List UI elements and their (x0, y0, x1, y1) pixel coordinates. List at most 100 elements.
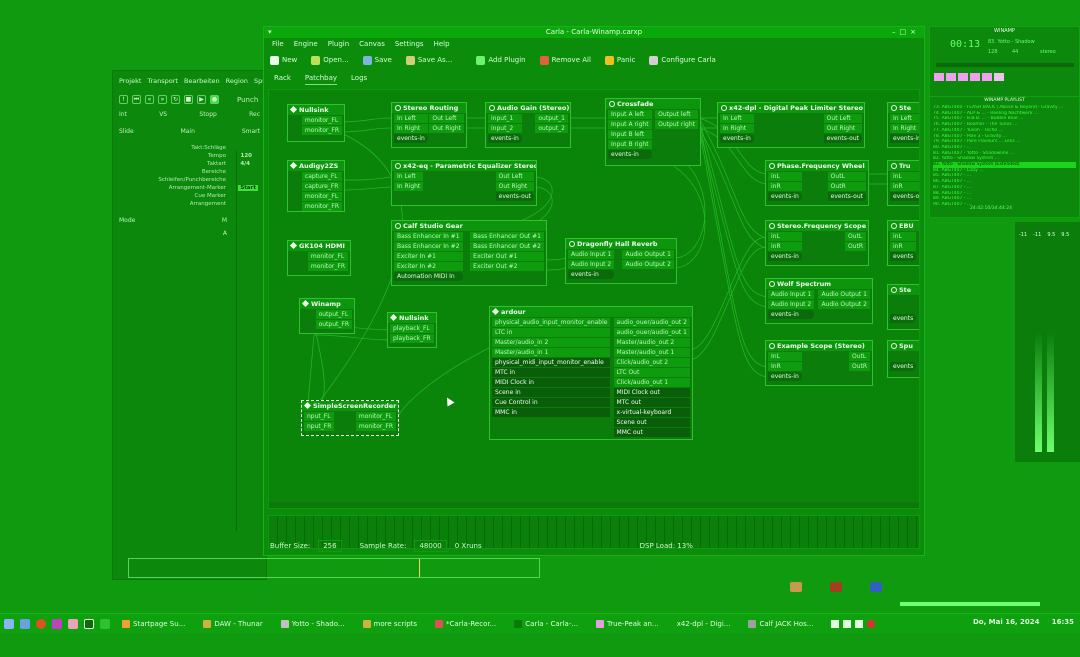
tray-bell-icon[interactable] (830, 582, 842, 592)
port-output-left[interactable]: Output left (655, 110, 698, 119)
port-inr[interactable]: inR (890, 182, 919, 191)
tab-patchbay[interactable]: Patchbay (304, 74, 338, 85)
rec-label[interactable]: Rec (249, 111, 260, 118)
tray-network-icon[interactable] (870, 582, 882, 592)
prev-icon[interactable] (934, 73, 944, 81)
maximize-icon[interactable]: □ (900, 28, 911, 36)
plugin-ebu-cut[interactable]: EBU inL inR events (887, 220, 919, 266)
port-capture-fr[interactable]: capture_FR (301, 182, 342, 191)
horizontal-scrollbar[interactable] (269, 502, 919, 508)
tab-rack[interactable]: Rack (274, 74, 291, 85)
port-events-in[interactable]: events-in (768, 310, 815, 319)
eject-icon[interactable] (994, 73, 1004, 81)
tab-logs[interactable]: Logs (351, 74, 367, 85)
record-icon[interactable]: ● (210, 95, 219, 104)
automation-button[interactable]: A (223, 230, 227, 237)
winamp-seek-bar[interactable] (936, 63, 1074, 67)
stopp-label[interactable]: Stopp (199, 111, 216, 118)
clock[interactable]: Do, Mai 16, 2024 16:35 (973, 618, 1074, 626)
goto-start-icon[interactable]: ⏮ (132, 95, 141, 104)
plugin-winamp[interactable]: Winamp output_FL output_FR (299, 298, 355, 334)
port-master-audio-out-2[interactable]: Master/audio_out 2 (613, 338, 690, 347)
main-select[interactable]: Main (181, 128, 195, 135)
port-output-1[interactable]: output_1 (535, 114, 568, 123)
port-inl[interactable]: inL (768, 172, 802, 181)
port-inl[interactable]: inL (890, 232, 917, 241)
port-capture-fl[interactable]: capture_FL (301, 172, 342, 181)
plugin-nullsink[interactable]: Nullsink monitor_FL monitor_FR (287, 104, 345, 142)
port-audio-output-1[interactable]: Audio Output 1 (818, 290, 870, 299)
port-playback-fr[interactable]: playback_FR (390, 334, 434, 343)
playlist[interactable]: 73. ABGT400 - FLASH BACK | Above & Beyon… (930, 104, 1079, 209)
port-outl[interactable]: OutL (844, 232, 866, 241)
plugin-x42-dpl[interactable]: x42-dpl - Digital Peak Limiter Stereo In… (717, 102, 865, 148)
loop-icon[interactable]: ↻ (171, 95, 180, 104)
port-input-2[interactable]: input_2 (488, 124, 522, 133)
port-inl[interactable]: InL (768, 352, 802, 361)
task-true-peak[interactable]: True-Peak an... (590, 619, 665, 628)
port-audio-out-1[interactable]: audio_ouer/audio_out 1 (613, 328, 690, 337)
port-input-fl[interactable]: nput_FL (304, 412, 335, 421)
play-icon[interactable] (946, 73, 956, 81)
port-input-a-right[interactable]: Input A right (608, 120, 652, 129)
plugin-truepeak-cut[interactable]: Tru inL inR events-o (887, 160, 919, 206)
rewind-icon[interactable]: « (145, 95, 154, 104)
plugin-ardour[interactable]: ardour physical_audio_input_monitor_enab… (489, 306, 693, 440)
port-inr[interactable]: inR (768, 242, 802, 251)
volume-icon[interactable] (855, 619, 864, 628)
close-icon[interactable]: × (910, 28, 920, 36)
port-bass-enhancer-out-1[interactable]: Bass Enhancer Out #1 (470, 232, 544, 241)
menu-settings[interactable]: Settings (395, 40, 424, 49)
port-audio-input-1[interactable]: Audio Input 1 (768, 290, 815, 299)
remove-all-button[interactable]: Remove All (539, 55, 591, 65)
minimize-icon[interactable]: – (892, 28, 900, 36)
port-mmc-out[interactable]: MMC out (613, 428, 690, 437)
plugin-gk104-hdmi[interactable]: GK104 HDMI monitor_FL monitor_FR (287, 240, 351, 276)
port-out-left[interactable]: Out Left (429, 114, 464, 123)
port-in-left[interactable]: In Left (394, 114, 428, 123)
port-virtual-keyboard[interactable]: x-virtual-keyboard (613, 408, 690, 417)
stop-icon[interactable] (970, 73, 980, 81)
port-audio-output-2[interactable]: Audio Output 2 (622, 260, 674, 269)
port-outr[interactable]: OutR (848, 362, 870, 371)
new-button[interactable]: New (270, 55, 297, 65)
plugin-stereo-routing[interactable]: Stereo Routing In Left In Right events-i… (391, 102, 467, 148)
patchbay-canvas[interactable]: Nullsink monitor_FL monitor_FR Stereo Ro… (268, 89, 920, 509)
image-icon[interactable] (68, 618, 78, 629)
plugin-x42-eq[interactable]: x42-eq - Parametric Equalizer Stereo In … (391, 160, 537, 206)
plugin-stereo2-cut[interactable]: Ste events (887, 284, 919, 330)
port-ltc-out[interactable]: LTC Out (613, 368, 690, 377)
port-monitor-fl[interactable]: monitor_FL (301, 192, 342, 201)
port-inr[interactable]: inR (768, 182, 802, 191)
port-monitor-fr[interactable]: monitor_FR (355, 422, 396, 431)
port-monitor-fl[interactable]: monitor_FL (301, 116, 342, 125)
port-midi-clock-out[interactable]: MIDI Clock out (613, 388, 690, 397)
port-master-audio-in-1[interactable]: Master/audio_in 1 (492, 348, 611, 357)
files-icon[interactable] (20, 618, 30, 629)
menu-help[interactable]: Help (434, 40, 450, 49)
pen-icon[interactable] (831, 619, 840, 628)
daw-menu-projekt[interactable]: Projekt (119, 77, 141, 85)
port-outl[interactable]: OutL (827, 172, 866, 181)
port-inr[interactable]: inR (890, 242, 917, 251)
port-events-in[interactable]: events-in (890, 134, 919, 143)
port-events[interactable]: events (890, 314, 917, 323)
port-events-out[interactable]: events-out (823, 134, 862, 143)
save-button[interactable]: Save (362, 55, 392, 65)
port-in-right[interactable]: In Right (720, 124, 754, 133)
plugin-stereo-cut[interactable]: Ste In Left In Right events-in (887, 102, 919, 148)
port-events-in[interactable]: events-in (720, 134, 754, 143)
port-input-b-right[interactable]: Input B right (608, 140, 652, 149)
port-in-right[interactable]: In Right (890, 124, 919, 133)
port-input-1[interactable]: input_1 (488, 114, 522, 123)
port-events-out[interactable]: events-o (890, 192, 919, 201)
plugin-calf-studio-gear[interactable]: Calf Studio Gear Bass Enhancer In #1 Bas… (391, 220, 547, 286)
port-output-fl[interactable]: output_FL (315, 310, 352, 319)
pause-icon[interactable] (958, 73, 968, 81)
task-more-scripts[interactable]: more scripts (357, 619, 424, 628)
port-master-audio-out-1[interactable]: Master/audio_out 1 (613, 348, 690, 357)
port-events-in[interactable]: events-in (608, 150, 652, 159)
open-button[interactable]: Open... (311, 55, 349, 65)
plugin-example-scope[interactable]: Example Scope (Stereo) InL InR events-in… (765, 340, 873, 386)
port-bass-enhancer-out-2[interactable]: Bass Enhancer Out #2 (470, 242, 544, 251)
